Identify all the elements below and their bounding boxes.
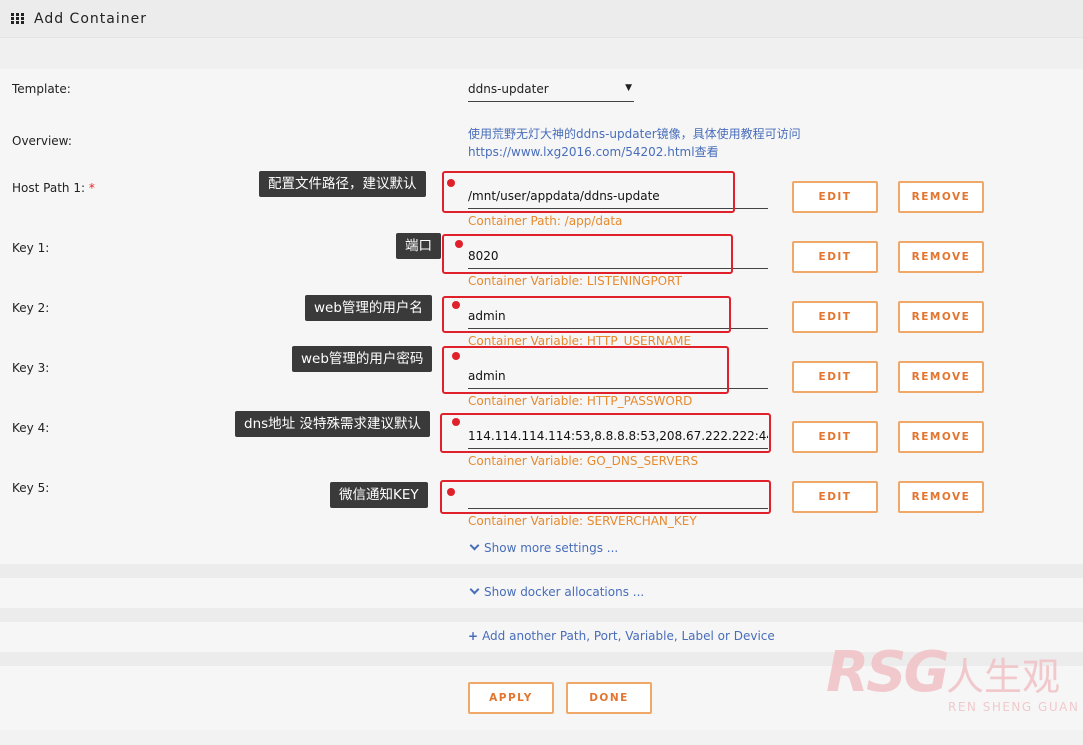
annotation-dot [452,301,460,309]
divider [0,608,1083,622]
annotation-box [440,413,771,453]
apply-button[interactable]: APPLY [468,682,554,714]
edit-button[interactable]: EDIT [792,241,878,273]
annotation-box [442,234,733,274]
edit-button[interactable]: EDIT [792,481,878,513]
annotation-tooltip: 配置文件路径，建议默认 [259,171,426,197]
key-5-hint: Container Variable: SERVERCHAN_KEY [468,514,697,528]
annotation-box [442,346,729,394]
overview-text: 使用荒野无灯大神的ddns-updater镜像，具体使用教程可访问 https:… [468,125,888,161]
key-3-hint: Container Variable: HTTP_PASSWORD [468,394,693,408]
template-select-value: ddns-updater [468,82,549,96]
show-docker-allocations-link[interactable]: Show docker allocations ... [468,584,644,599]
host-path-1-hint: Container Path: /app/data [468,214,623,228]
watermark-rsg: RSG [826,640,949,705]
key-1-hint: Container Variable: LISTENINGPORT [468,274,682,288]
chevron-down-icon [469,584,480,595]
remove-button[interactable]: REMOVE [898,481,984,513]
done-button[interactable]: DONE [566,682,652,714]
key-3-label: Key 3: [12,361,50,375]
annotation-dot [452,418,460,426]
remove-button[interactable]: REMOVE [898,181,984,213]
add-another-link[interactable]: + Add another Path, Port, Variable, Label… [468,629,775,643]
grid-icon [11,13,24,24]
annotation-box [442,296,731,333]
annotation-tooltip: web管理的用户密码 [292,346,433,372]
plus-icon: + [468,629,479,643]
remove-button[interactable]: REMOVE [898,361,984,393]
remove-button[interactable]: REMOVE [898,421,984,453]
watermark-logo: RSG 人生观 REN SHENG GUAN [826,640,1083,714]
template-select[interactable]: ddns-updater ▼ [468,80,634,102]
key-4-hint: Container Variable: GO_DNS_SERVERS [468,454,699,468]
key-5-label: Key 5: [12,481,50,495]
remove-button[interactable]: REMOVE [898,241,984,273]
annotation-box [440,480,771,514]
annotation-tooltip: 端口 [396,233,441,259]
annotation-dot [452,352,460,360]
spacer-band [0,39,1083,69]
remove-button[interactable]: REMOVE [898,301,984,333]
required-marker: * [88,181,95,195]
caret-down-icon: ▼ [625,83,632,93]
watermark-cn: 人生观 [946,655,1061,699]
overview-label: Overview: [12,134,72,148]
page-title: Add Container [34,11,147,27]
annotation-dot [447,179,455,187]
edit-button[interactable]: EDIT [792,301,878,333]
key-4-label: Key 4: [12,421,50,435]
chevron-down-icon [469,540,480,551]
annotation-tooltip: dns地址 没特殊需求建议默认 [235,411,430,437]
page-header: Add Container [0,0,1083,38]
edit-button[interactable]: EDIT [792,181,878,213]
annotation-dot [455,240,463,248]
edit-button[interactable]: EDIT [792,421,878,453]
overview-line-2[interactable]: https://www.lxg2016.com/54202.html查看 [468,143,888,161]
host-path-1-label: Host Path 1: * [12,181,95,195]
overview-line-1: 使用荒野无灯大神的ddns-updater镜像，具体使用教程可访问 [468,127,801,141]
template-label: Template: [12,82,71,96]
edit-button[interactable]: EDIT [792,361,878,393]
watermark-pinyin: REN SHENG GUAN [948,700,1080,714]
show-more-settings-link[interactable]: Show more settings ... [468,540,618,555]
annotation-tooltip: 微信通知KEY [330,482,428,508]
divider [0,564,1083,578]
annotation-dot [447,488,455,496]
key-1-label: Key 1: [12,241,50,255]
key-2-label: Key 2: [12,301,50,315]
annotation-box [442,171,735,213]
annotation-tooltip: web管理的用户名 [305,295,432,321]
